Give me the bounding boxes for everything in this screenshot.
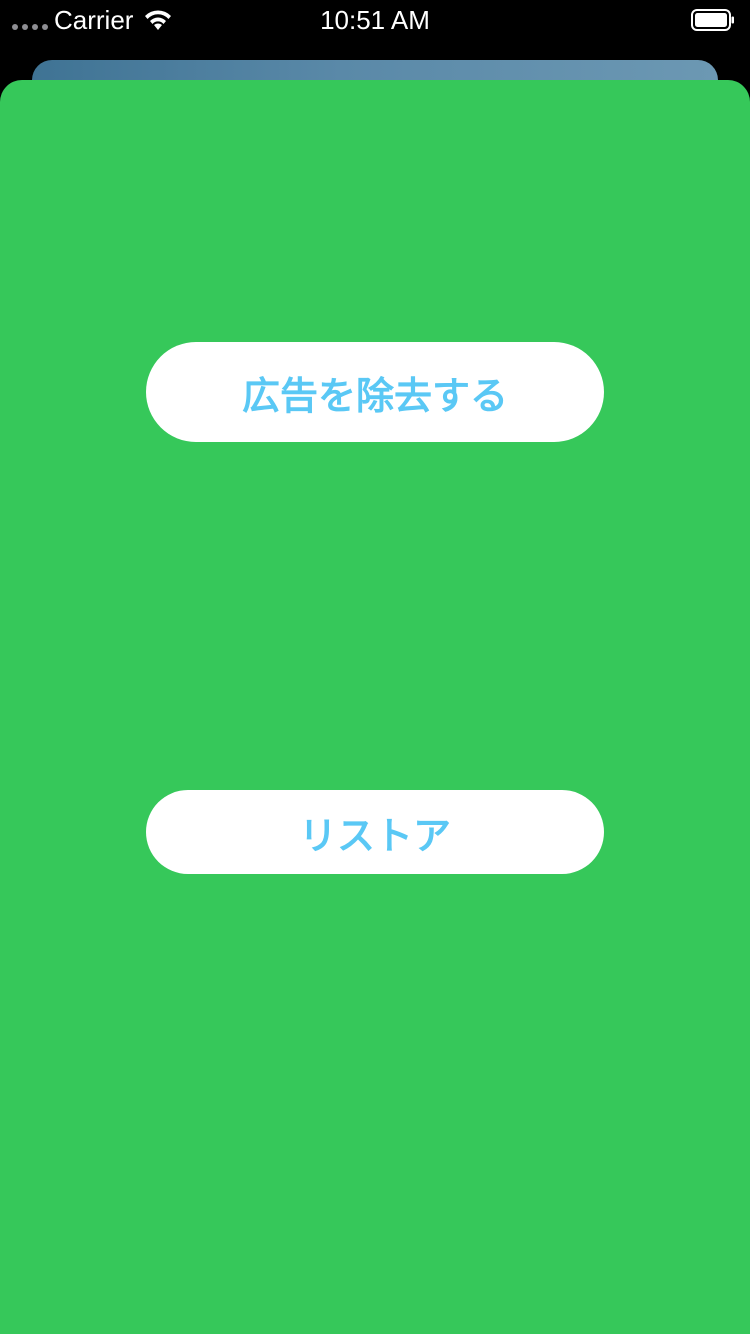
battery-icon [691,9,734,31]
status-bar: Carrier 10:51 AM [0,0,750,40]
purchase-sheet: 広告を除去する リストア [0,80,750,1334]
remove-ads-button[interactable]: 広告を除去する [146,342,604,442]
status-time: 10:51 AM [320,5,430,35]
app-screen: Carrier 10:51 AM 広告を除去する リストア [0,0,750,1334]
restore-button[interactable]: リストア [146,790,604,874]
